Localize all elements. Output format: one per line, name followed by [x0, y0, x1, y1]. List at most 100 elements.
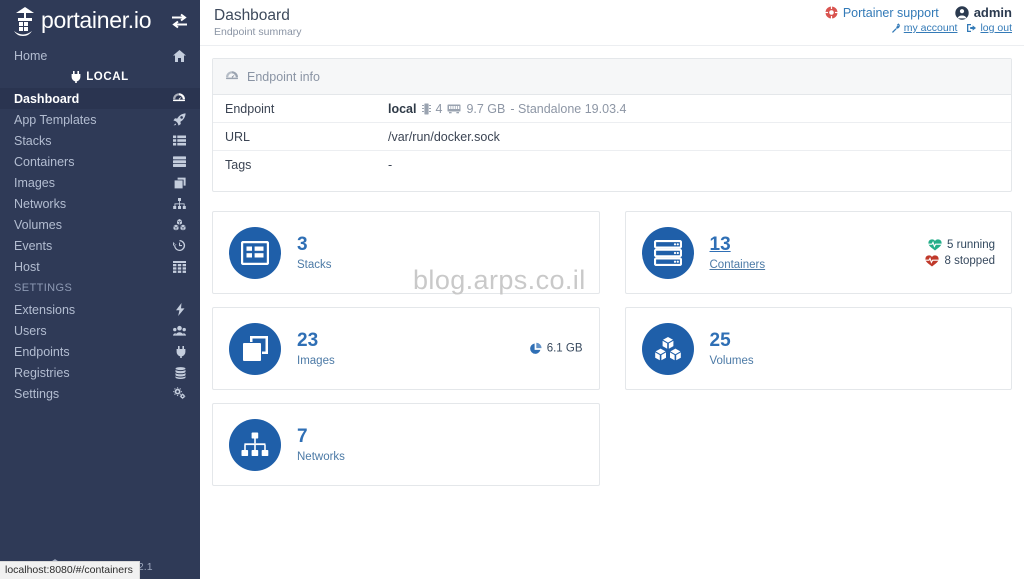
- sitemap-icon: [241, 432, 269, 457]
- th-list-icon: [241, 240, 269, 265]
- card-body: 25 Volumes: [710, 330, 754, 367]
- sidebar-item-label: Dashboard: [14, 91, 80, 106]
- support-label: Portainer support: [842, 5, 939, 20]
- memory-icon: [447, 103, 461, 114]
- plug-icon: [168, 345, 186, 358]
- sidebar-item-label: Volumes: [14, 217, 62, 232]
- engine-version: - Standalone 19.03.4: [510, 101, 627, 116]
- endpoint-row-value: local 4 9.7 GB - Standalone 19.03.4: [388, 102, 626, 116]
- sidebar-settings-header: SETTINGS: [14, 282, 73, 294]
- users-icon: [168, 325, 186, 336]
- card-label: Images: [297, 354, 335, 367]
- sidebar-item-label: Host: [14, 259, 40, 274]
- card-count[interactable]: 13: [710, 234, 766, 255]
- logout-link[interactable]: log out: [967, 22, 1012, 34]
- sidebar-item-label: Endpoints: [14, 344, 70, 359]
- portainer-support-link[interactable]: Portainer support: [824, 5, 939, 20]
- endpoint-info-panel: Endpoint info Endpoint local 4 9.7 GB - …: [212, 58, 1012, 192]
- card-count: 7: [297, 425, 308, 447]
- th-icon: [168, 260, 186, 273]
- card-icon-circle: [641, 322, 694, 375]
- sidebar-item-endpoints[interactable]: Endpoints: [0, 341, 200, 362]
- database-icon: [168, 366, 186, 379]
- topbar-user-row: Portainer support admin: [824, 5, 1012, 20]
- endpoint-name: local: [388, 101, 417, 116]
- wrench-icon: [891, 23, 901, 33]
- my-account-label: my account: [903, 22, 958, 34]
- size-line: 6.1 GB: [529, 342, 583, 355]
- clone-icon: [168, 177, 186, 189]
- my-account-link[interactable]: my account: [891, 22, 958, 34]
- sidebar-item-host[interactable]: Host: [0, 256, 200, 277]
- exchange-arrows-icon[interactable]: [171, 13, 188, 28]
- sidebar-item-app-templates[interactable]: App Templates: [0, 109, 200, 130]
- card-body: 3 Stacks: [297, 233, 332, 271]
- heartbeat-red-icon: [925, 254, 940, 267]
- user-name: admin: [973, 5, 1012, 20]
- user-menu[interactable]: admin: [955, 5, 1012, 20]
- server-stack-icon: [168, 156, 186, 167]
- card-body: 7 Networks: [297, 425, 345, 463]
- th-list-icon: [168, 135, 186, 146]
- home-icon: [168, 49, 186, 62]
- portainer-logo-icon: [10, 5, 40, 37]
- sidebar-item-events[interactable]: Events: [0, 235, 200, 256]
- server-stack-icon: [653, 239, 682, 266]
- card-containers[interactable]: 13 Containers 5 running 8 stopped: [624, 211, 1012, 294]
- cubes-icon: [654, 336, 682, 362]
- sidebar-item-label: App Templates: [14, 112, 97, 127]
- sidebar-item-volumes[interactable]: Volumes: [0, 214, 200, 235]
- card-images[interactable]: 23 Images 6.1 GB: [212, 307, 600, 390]
- sidebar-item-label: Settings: [14, 386, 60, 401]
- history-icon: [168, 239, 186, 252]
- sidebar-item-stacks[interactable]: Stacks: [0, 130, 200, 151]
- sidebar-item-home[interactable]: Home: [0, 45, 200, 66]
- sidebar-item-registries[interactable]: Registries: [0, 362, 200, 383]
- brand-name: portainer.io: [41, 7, 152, 33]
- card-networks[interactable]: 7 Networks: [212, 403, 600, 486]
- running-status: 5 running: [925, 237, 995, 253]
- card-body: 23 Images: [297, 330, 335, 367]
- clone-icon: [242, 335, 269, 362]
- endpoint-info-title: Endpoint info: [247, 69, 320, 84]
- url-row-key: URL: [225, 129, 251, 144]
- sidebar-item-users[interactable]: Users: [0, 320, 200, 341]
- sidebar-item-images[interactable]: Images: [0, 172, 200, 193]
- sidebar-item-label: Registries: [14, 365, 70, 380]
- endpoint-row: Endpoint local 4 9.7 GB - Standalone 19.…: [213, 95, 1011, 123]
- stopped-label: 8 stopped: [944, 254, 995, 267]
- page-subtitle: Endpoint summary: [214, 26, 302, 38]
- cpu-count: 4: [435, 101, 443, 116]
- brand-header: portainer.io: [0, 0, 200, 41]
- card-body: 13 Containers: [710, 234, 766, 271]
- images-size: 6.1 GB: [529, 342, 583, 355]
- card-volumes[interactable]: 25 Volumes: [624, 307, 1012, 390]
- cogs-icon: [168, 387, 186, 400]
- topbar-right: Portainer support admin my account log o…: [824, 5, 1012, 34]
- card-icon-circle: [229, 226, 281, 279]
- sidebar-settings-nav: Extensions Users Endpoints Registries Se…: [0, 299, 200, 404]
- stopped-status: 8 stopped: [925, 253, 995, 269]
- browser-status-tooltip: localhost:8080/#/containers: [0, 561, 140, 579]
- sidebar-item-label: Users: [14, 323, 47, 338]
- sidebar-item-containers[interactable]: Containers: [0, 151, 200, 172]
- url-row-value: /var/run/docker.sock: [388, 129, 500, 144]
- dashboard-cards: 3 Stacks 13 Containers 5 running 8 stopp…: [212, 211, 1012, 486]
- sidebar-nav: Dashboard App Templates Stacks Container…: [0, 88, 200, 277]
- tags-row-value: -: [388, 158, 393, 172]
- sidebar-item-networks[interactable]: Networks: [0, 193, 200, 214]
- tachometer-icon: [168, 92, 186, 105]
- microchip-icon: [421, 103, 431, 115]
- sidebar-item-label: Stacks: [14, 133, 52, 148]
- card-stacks[interactable]: 3 Stacks: [212, 211, 600, 294]
- sidebar-item-dashboard[interactable]: Dashboard: [0, 88, 200, 109]
- endpoint-info-header: Endpoint info: [213, 59, 1011, 95]
- sidebar-item-settings[interactable]: Settings: [0, 383, 200, 404]
- sidebar-item-label: Containers: [14, 154, 75, 169]
- sidebar-item-extensions[interactable]: Extensions: [0, 299, 200, 320]
- sidebar-item-label: Networks: [14, 196, 67, 211]
- dashboard-content: Endpoint info Endpoint local 4 9.7 GB - …: [200, 46, 1024, 498]
- card-count: 3: [297, 233, 308, 255]
- lifebuoy-icon: [824, 6, 838, 19]
- card-label[interactable]: Containers: [710, 259, 766, 271]
